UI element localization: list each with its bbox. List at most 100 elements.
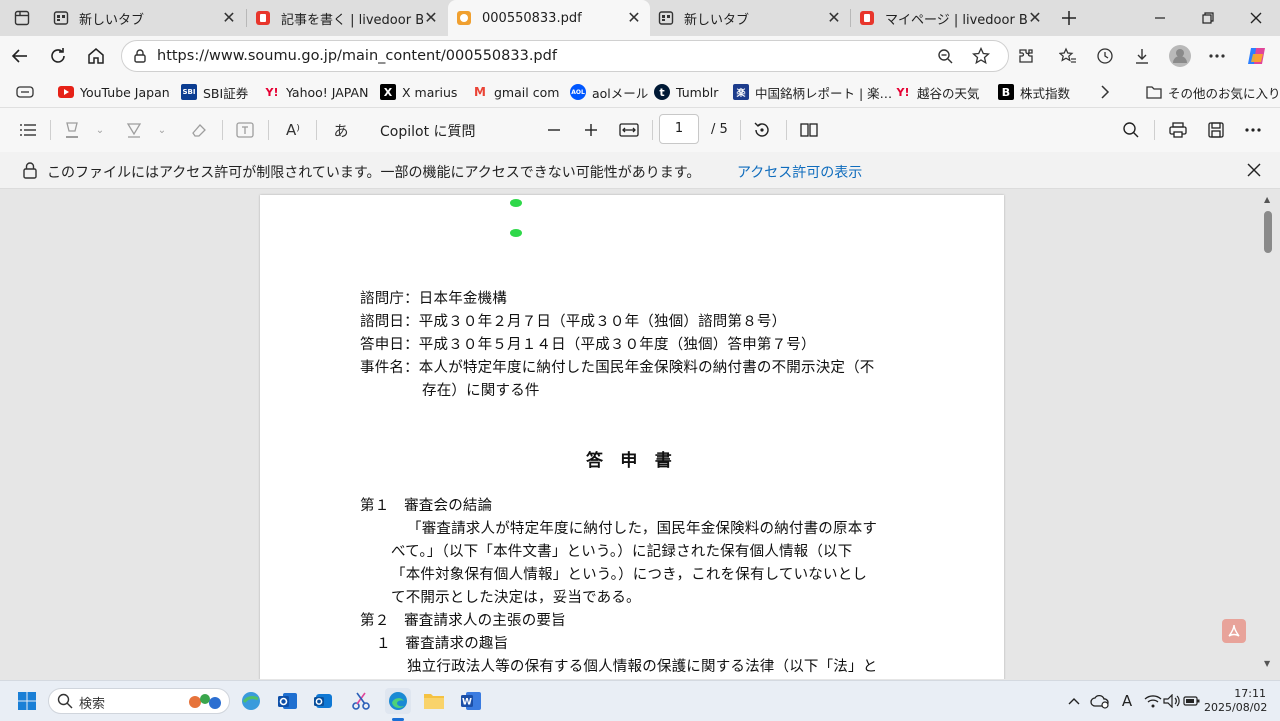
more-menu-icon[interactable]: [1201, 40, 1233, 72]
tab-new-tab-1[interactable]: 新しいタブ ✕: [45, 0, 245, 36]
bookmark-rakuten[interactable]: 楽 中国銘柄レポート | 楽…: [733, 82, 892, 102]
refresh-icon[interactable]: [42, 40, 74, 72]
widgets-icon[interactable]: [238, 688, 264, 714]
favorites-icon[interactable]: [1052, 40, 1084, 72]
snipping-tool-icon[interactable]: [348, 688, 374, 714]
bookmark-youtube[interactable]: YouTube Japan: [58, 82, 170, 102]
bookmark-label: 株式指数: [1020, 85, 1071, 101]
tab-livedoor-write[interactable]: 記事を書く | livedoor Blog ✕: [247, 0, 447, 36]
outlook-icon[interactable]: [275, 688, 301, 714]
bookmark-aol[interactable]: AOL aolメール: [570, 82, 648, 102]
close-tab-icon[interactable]: ✕: [826, 10, 842, 26]
onedrive-sync-icon[interactable]: [1087, 688, 1113, 714]
tab-title: 000550833.pdf: [482, 10, 582, 26]
bookmark-gmail[interactable]: M gmail com: [472, 82, 559, 102]
copilot-ask-button[interactable]: Copilot に質問: [380, 121, 476, 141]
extensions-icon[interactable]: [1010, 40, 1042, 72]
address-bar[interactable]: https://www.soumu.go.jp/main_content/000…: [121, 40, 1009, 72]
close-window-icon[interactable]: [1240, 2, 1272, 34]
save-icon[interactable]: [1204, 118, 1228, 142]
draw-icon[interactable]: [122, 118, 146, 142]
vertical-scrollbar[interactable]: ▲ ▼: [1261, 189, 1275, 679]
bookmark-yahoo[interactable]: Y! Yahoo! JAPAN: [264, 82, 369, 102]
highlight-dropdown-chevron-icon[interactable]: ⌄: [88, 118, 112, 142]
doc-paragraph-line: 「審査請求人が特定年度に納付した，国民年金保険料の納付書の原本す: [407, 521, 878, 537]
doc-paragraph-line: 「本件対象保有個人情報」という。）につき，これを保有していないとし: [391, 567, 868, 583]
tab-new-tab-2[interactable]: 新しいタブ ✕: [650, 0, 850, 36]
tab-livedoor-mypage[interactable]: マイページ | livedoor Blog ✕: [851, 0, 1051, 36]
word-icon[interactable]: W: [458, 688, 484, 714]
bookmark-weather[interactable]: Y! 越谷の天気: [895, 82, 980, 102]
bookmark-label: aolメール: [592, 85, 649, 101]
acrobat-icon[interactable]: [1222, 619, 1246, 643]
tab-actions-icon[interactable]: [6, 2, 38, 34]
clock[interactable]: 17:11 2025/08/02: [1204, 687, 1267, 715]
scroll-down-arrow-icon[interactable]: ▼: [1264, 659, 1270, 668]
page-view-icon[interactable]: [797, 118, 821, 142]
page-number-input[interactable]: 1: [659, 114, 699, 144]
close-tab-icon[interactable]: ✕: [1027, 10, 1043, 26]
page-total: / 5: [711, 122, 728, 137]
restore-icon[interactable]: [1192, 2, 1224, 34]
pdf-toolbar: ⌄ ⌄ A⁾ あ Copilot に質問 1 / 5: [0, 108, 1280, 153]
reading-list-icon[interactable]: [16, 82, 34, 102]
close-tab-icon[interactable]: ✕: [423, 10, 439, 26]
bookmark-sbi[interactable]: SBI SBI証券: [181, 82, 248, 102]
taskbar-search-box[interactable]: 検索: [48, 688, 230, 714]
ime-indicator[interactable]: A: [1114, 688, 1140, 714]
downloads-icon[interactable]: [1126, 40, 1158, 72]
close-tab-icon[interactable]: ✕: [221, 10, 237, 26]
highlight-icon[interactable]: [60, 118, 84, 142]
close-tab-icon[interactable]: ✕: [626, 10, 642, 26]
draw-dropdown-chevron-icon[interactable]: ⌄: [150, 118, 174, 142]
add-text-icon[interactable]: [233, 118, 257, 142]
bookmark-tumblr[interactable]: t Tumblr: [654, 82, 718, 102]
zoom-icon[interactable]: [937, 48, 953, 68]
edge-taskbar-icon[interactable]: [385, 688, 411, 714]
minimize-icon[interactable]: [1144, 2, 1176, 34]
windows-start-icon[interactable]: [14, 688, 40, 714]
battery-icon[interactable]: [1179, 688, 1205, 714]
table-of-contents-icon[interactable]: [16, 118, 40, 142]
toolbar-divider: [268, 120, 269, 140]
copilot-icon[interactable]: [1241, 40, 1273, 72]
bookmark-index[interactable]: B 株式指数: [998, 82, 1070, 102]
translate-icon[interactable]: あ: [329, 118, 353, 142]
rotate-icon[interactable]: [750, 118, 774, 142]
bookmark-x[interactable]: X X marius: [380, 82, 457, 102]
read-aloud-icon[interactable]: A⁾: [281, 118, 305, 142]
site-info-icon[interactable]: [132, 48, 148, 68]
favorite-star-icon[interactable]: [971, 46, 991, 69]
pdf-page: 諮問庁：日本年金機構 諮問日：平成３０年２月７日（平成３０年（独個）諮問第８号）…: [260, 195, 1004, 679]
show-hidden-icons-chevron-icon[interactable]: [1061, 688, 1087, 714]
outlook-new-icon[interactable]: [311, 688, 337, 714]
close-notice-icon[interactable]: [1246, 162, 1262, 182]
fit-to-page-icon[interactable]: [617, 118, 641, 142]
zoom-in-icon[interactable]: [579, 118, 603, 142]
bookmarks-overflow-chevron-icon[interactable]: [1100, 82, 1110, 102]
pdf-tab-icon: [456, 10, 472, 26]
scroll-up-arrow-icon[interactable]: ▲: [1264, 195, 1270, 204]
toolbar-divider: [50, 120, 51, 140]
zoom-out-icon[interactable]: [542, 118, 566, 142]
rakuten-icon: 楽: [733, 84, 749, 100]
profile-avatar-icon[interactable]: [1164, 40, 1196, 72]
home-icon[interactable]: [80, 40, 112, 72]
bookmark-label: 中国銘柄レポート | 楽…: [755, 85, 893, 101]
bookmark-label: 越谷の天気: [917, 85, 980, 101]
search-icon[interactable]: [1119, 118, 1143, 142]
tab-pdf-active[interactable]: 000550833.pdf ✕: [448, 0, 650, 36]
history-icon[interactable]: [1089, 40, 1121, 72]
new-tab-plus-icon[interactable]: [1053, 2, 1085, 34]
translate-glyph: あ: [333, 121, 349, 140]
view-permissions-link[interactable]: アクセス許可の表示: [737, 162, 862, 182]
file-explorer-icon[interactable]: [421, 688, 447, 714]
scrollbar-thumb[interactable]: [1264, 211, 1272, 253]
pdf-more-icon[interactable]: [1241, 118, 1265, 142]
back-arrow-icon[interactable]: [4, 40, 36, 72]
print-icon[interactable]: [1166, 118, 1190, 142]
pdf-viewer[interactable]: 諮問庁：日本年金機構 諮問日：平成３０年２月７日（平成３０年（独個）諮問第８号）…: [0, 189, 1280, 679]
other-favorites[interactable]: その他のお気に入り: [1146, 82, 1280, 102]
lock-icon: [22, 161, 38, 183]
eraser-icon[interactable]: [187, 118, 211, 142]
